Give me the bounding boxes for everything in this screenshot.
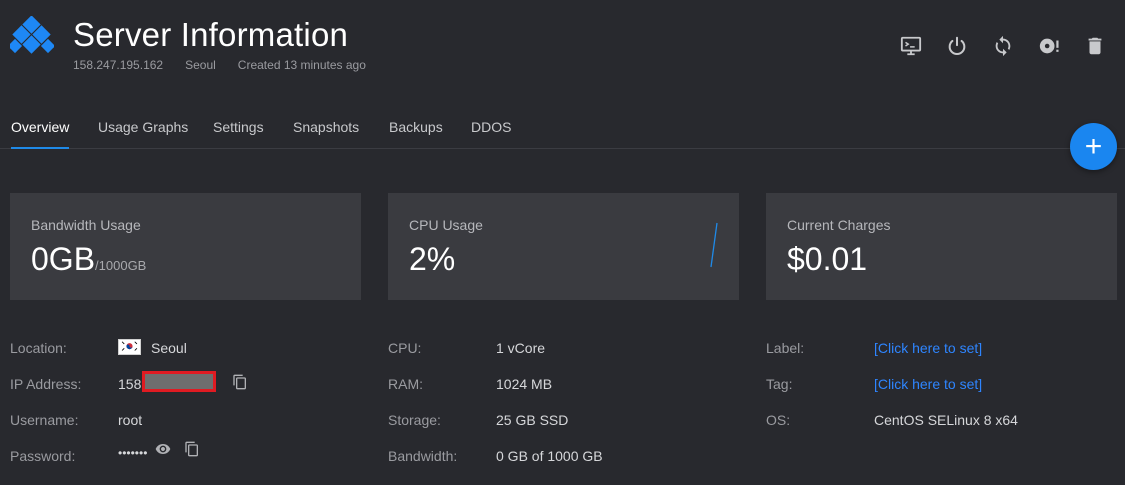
- cpu-value: 1 vCore: [496, 340, 546, 356]
- charges-card-value: $0.01: [787, 241, 868, 277]
- username-label: Username:: [10, 412, 79, 428]
- bandwidth-card: Bandwidth Usage 0GB/1000GB: [10, 193, 361, 300]
- eye-icon: [155, 444, 171, 454]
- ram-value: 1024 MB: [496, 376, 553, 392]
- set-tag-link[interactable]: [Click here to set]: [874, 376, 982, 392]
- label-label: Label:: [766, 340, 805, 356]
- location-value: Seoul: [151, 340, 187, 356]
- os-value: CentOS SELinux 8 x64: [874, 412, 1018, 428]
- korea-flag-icon: [118, 339, 141, 355]
- delete-button[interactable]: [1083, 34, 1107, 58]
- server-location: Seoul: [185, 58, 216, 72]
- bandwidth-value: 0 GB of 1000 GB: [496, 448, 603, 464]
- iso-icon: [1039, 38, 1059, 54]
- set-label-link[interactable]: [Click here to set]: [874, 340, 982, 356]
- page-title: Server Information: [73, 16, 349, 53]
- tab-ddos[interactable]: DDOS: [471, 119, 511, 149]
- trash-icon: [1088, 37, 1102, 55]
- restart-icon: [995, 35, 1011, 57]
- tab-overview[interactable]: Overview: [11, 119, 70, 149]
- console-icon: [900, 36, 922, 56]
- cpu-card-value: 2%: [409, 241, 456, 277]
- bandwidth-card-value: 0GB/1000GB: [31, 241, 146, 278]
- cpu-card-label: CPU Usage: [409, 217, 483, 233]
- tag-label: Tag:: [766, 376, 793, 392]
- vultr-logo-icon: [10, 16, 54, 54]
- copy-icon: [233, 374, 246, 390]
- tab-usage-graphs[interactable]: Usage Graphs: [98, 119, 188, 149]
- server-created: Created 13 minutes ago: [237, 58, 366, 72]
- storage-label: Storage:: [388, 412, 441, 428]
- add-button[interactable]: +: [1070, 123, 1117, 170]
- tab-backups[interactable]: Backups: [389, 119, 443, 149]
- storage-value: 25 GB SSD: [496, 412, 569, 428]
- password-label: Password:: [10, 448, 76, 464]
- ip-redaction-box: [142, 371, 216, 392]
- power-button[interactable]: [945, 34, 969, 58]
- copy-password-button[interactable]: [184, 441, 200, 457]
- tab-snapshots[interactable]: Snapshots: [293, 119, 359, 149]
- show-password-button[interactable]: [155, 441, 171, 457]
- console-button[interactable]: [899, 34, 923, 58]
- copy-ip-button[interactable]: [232, 374, 248, 390]
- bandwidth-used: 0GB: [31, 241, 96, 277]
- server-ip: 158.247.195.162: [73, 58, 164, 72]
- charges-card: Current Charges $0.01: [766, 193, 1117, 300]
- header: Server Information 158.247.195.162 Seoul…: [0, 0, 1125, 100]
- iso-button[interactable]: [1037, 34, 1061, 58]
- bandwidth-label: Bandwidth:: [388, 448, 458, 464]
- restart-button[interactable]: [991, 34, 1015, 58]
- bandwidth-total: /1000GB: [95, 258, 147, 273]
- cpu-sparkline: [710, 222, 718, 268]
- cpu-label: CPU:: [388, 340, 422, 356]
- username-value: root: [118, 412, 143, 428]
- bandwidth-card-label: Bandwidth Usage: [31, 217, 141, 233]
- ip-label: IP Address:: [10, 376, 82, 392]
- server-actions: [899, 34, 1107, 58]
- tab-settings[interactable]: Settings: [213, 119, 264, 149]
- password-value: •••••••: [118, 446, 148, 460]
- ram-label: RAM:: [388, 376, 423, 392]
- os-label: OS:: [766, 412, 791, 428]
- cpu-card: CPU Usage 2%: [388, 193, 739, 300]
- location-label: Location:: [10, 340, 67, 356]
- power-icon: [948, 36, 966, 55]
- server-subline: 158.247.195.162 Seoul Created 13 minutes…: [73, 58, 366, 72]
- charges-card-label: Current Charges: [787, 217, 891, 233]
- copy-icon: [185, 441, 198, 457]
- tab-bar: Overview Usage Graphs Settings Snapshots…: [0, 110, 1125, 149]
- ip-value: 158: [118, 376, 142, 392]
